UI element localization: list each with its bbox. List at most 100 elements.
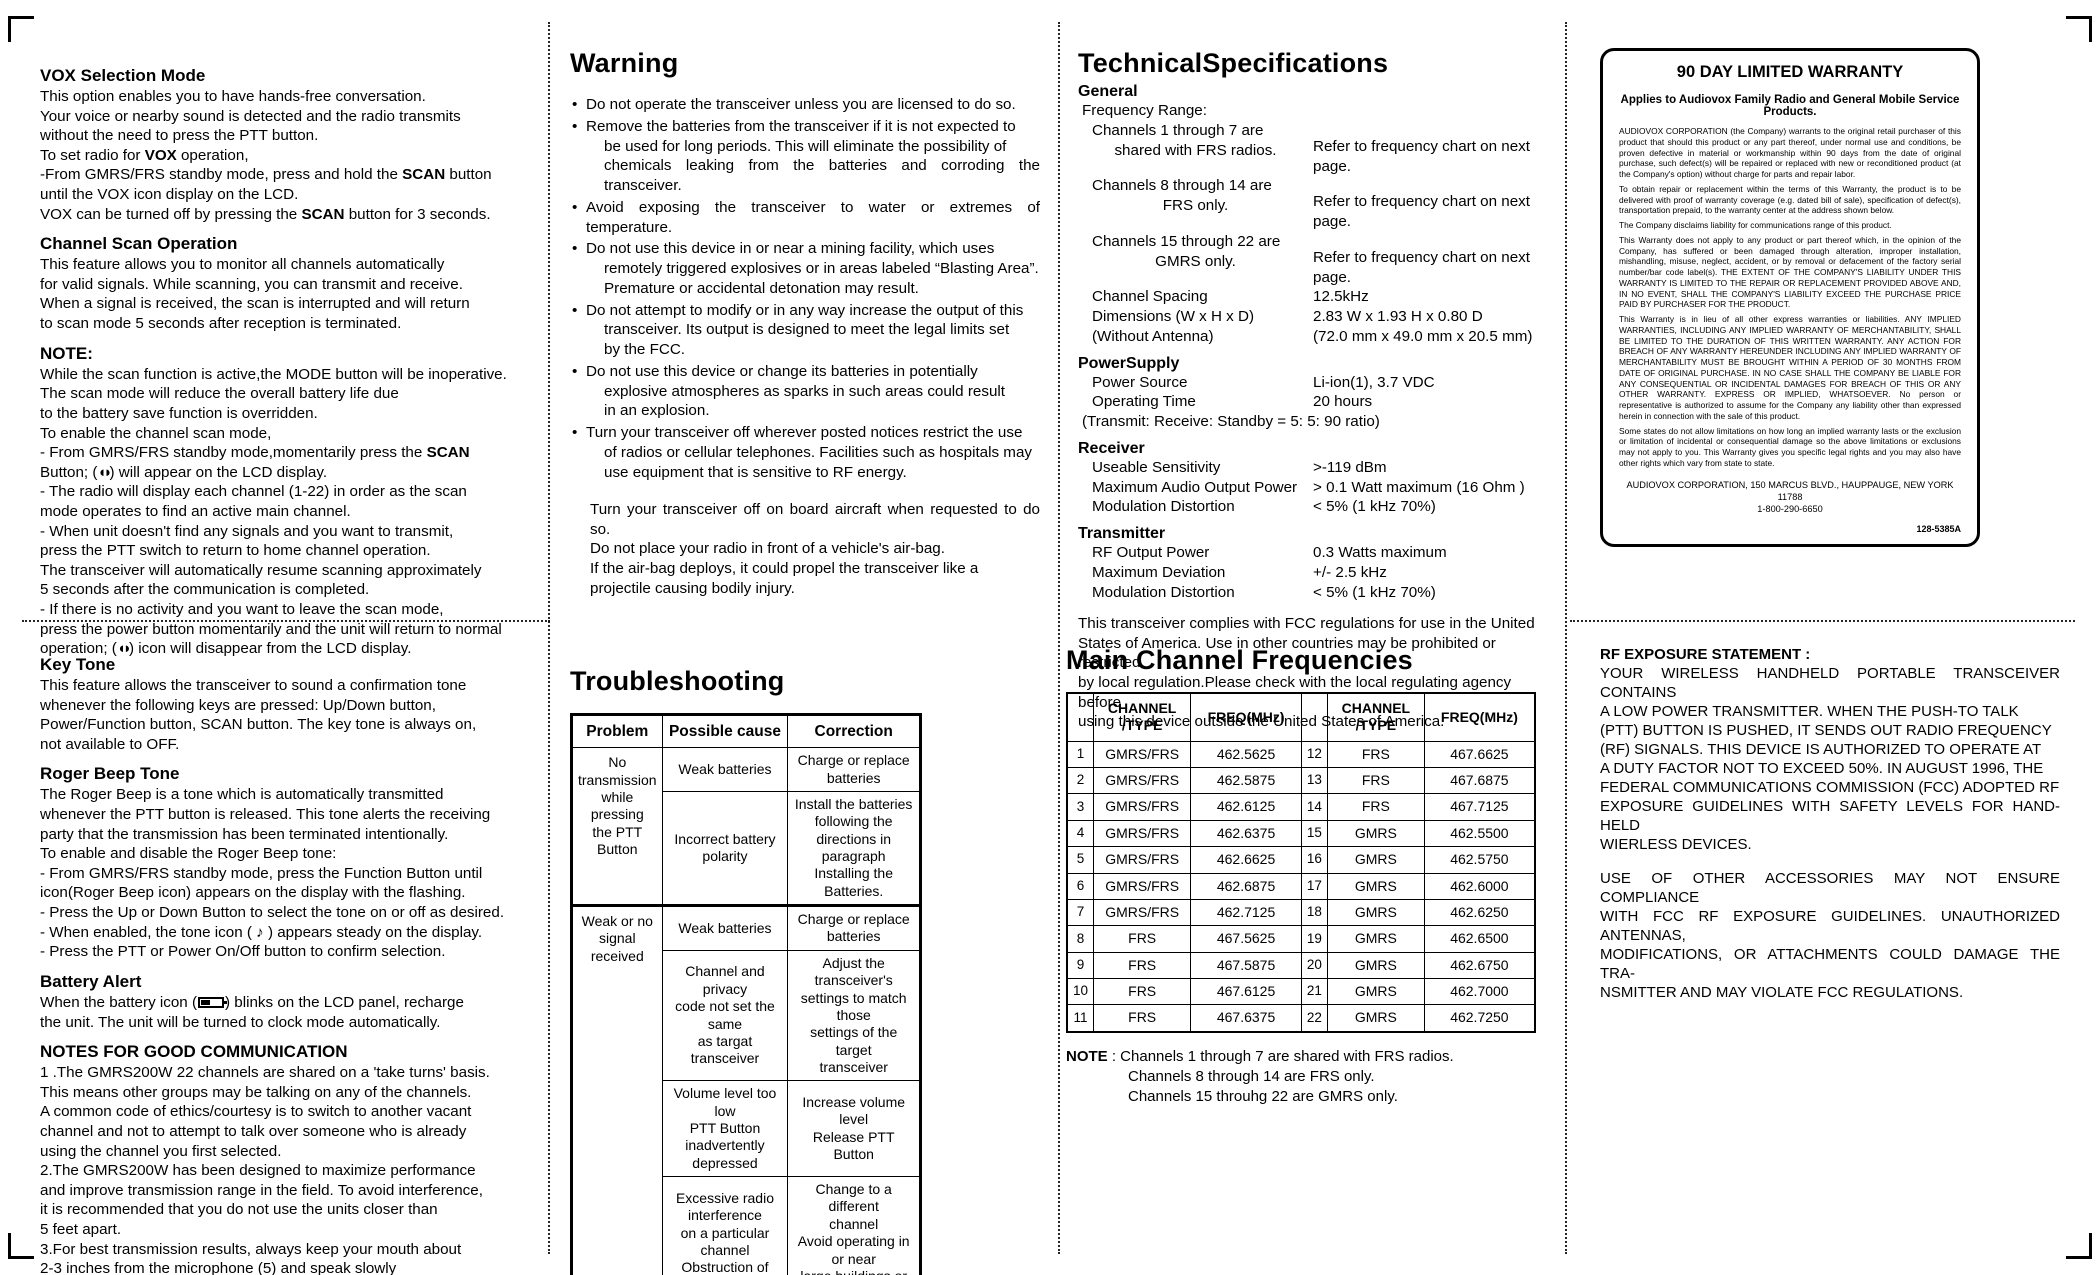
power-note: (Transmit: Receive: Standby = 5: 5: 90 r… [1082, 413, 1380, 430]
rf-line: EXPOSURE GUIDELINES WITH SAFETY LEVELS F… [1600, 798, 2060, 835]
spec-label-line: FRS only. [1162, 197, 1229, 214]
general-spec-block: Frequency Range: Channels 1 through 7 ar… [1078, 101, 1556, 347]
header-correction: Correction [787, 713, 921, 749]
fcc-note-line: This transceiver complies with FCC regul… [1078, 615, 1535, 633]
battery-line-1-a: When the battery icon ( [40, 993, 198, 1011]
cell-line: Charge or replace batteries [797, 752, 910, 786]
cell-channel-type: GMRS [1326, 872, 1425, 900]
freq-note-line-3: Channels 15 throuhg 22 are GMRS only. [1128, 1088, 1398, 1106]
battery-heading: Battery Alert [40, 971, 142, 991]
vox-line-4-a: To set radio for [40, 146, 145, 164]
note-bullet-4-line2: press the power button momentarily and t… [40, 620, 502, 638]
table-row: Weak or no signal received Weak batteries C… [571, 904, 921, 1275]
warning-bullet-list: Do not operate the transceiver unless yo… [570, 95, 1040, 482]
warning-bullet: Do not operate the transceiver unless yo… [570, 95, 1040, 115]
spec-row: Modulation Distortion < 5% (1 kHz 70%) [1078, 583, 1556, 603]
cell-frequency: 467.5875 [1190, 951, 1302, 979]
table-row: 11 FRS 467.6375 22 GMRS 462.7250 [1066, 1004, 1536, 1033]
general-heading: General [1078, 83, 1138, 100]
warning-bullet: Do not use this device or change its bat… [570, 362, 1040, 421]
receiver-spec-block: Useable Sensitivity >-119 dBm Maximum Audi… [1078, 458, 1556, 517]
section-battery-alert: Battery Alert When the battery icon ( ) b… [40, 972, 540, 1032]
cell-channel-number: 10 [1066, 977, 1095, 1006]
table-row: 7 GMRS/FRS 462.7125 18 GMRS 462.6250 [1066, 898, 1536, 927]
vox-line-5-a: -From GMRS/FRS standby mode, press and h… [40, 166, 403, 184]
header-possible-cause: Possible cause [661, 713, 789, 749]
cell-line: large buildings or vehicles [793, 1268, 914, 1275]
spec-label: Channels 8 through 14 are FRS only. [1078, 176, 1313, 216]
cell-channel-number: 19 [1300, 925, 1328, 953]
roger-bullet-3-a: - When enabled, the tone icon ( [40, 923, 257, 941]
spec-label-line: shared with FRS radios. [1114, 141, 1277, 159]
spec-row: Useable Sensitivity >-119 dBm [1078, 458, 1556, 478]
cell-line: the PTT Button [592, 823, 643, 858]
note-bullet-4: - If there is no activity and you want t… [40, 601, 444, 619]
table-header-row: Problem Possible cause Correction [571, 713, 921, 749]
rf-line: A DUTY FACTOR NOT TO EXCEED 50%. IN AUGU… [1600, 760, 2044, 778]
cell-line: code not set the same [675, 998, 775, 1032]
column-four: 90 DAY LIMITED WARRANTY Applies to Audio… [1600, 48, 2040, 547]
warranty-applies: Applies to Audiovox Family Radio and Gen… [1620, 94, 1960, 118]
warning-bullet-main: Avoid exposing the transceiver to water … [586, 198, 1040, 236]
warranty-paragraph: This Warranty does not apply to any prod… [1619, 234, 1961, 310]
cell-frequency: 462.5625 [1190, 740, 1302, 769]
warning-bullet-continuation: of radios or cellular telephones. Facili… [604, 443, 1032, 461]
warranty-paragraph: The Company disclaims liability for comm… [1619, 220, 1892, 230]
spec-label: RF Output Power [1092, 544, 1210, 561]
manual-page: VOX Selection Mode This option enables y… [0, 0, 2100, 1275]
section-note: NOTE: While the scan function is active,… [40, 344, 540, 659]
key-tone-heading: Key Tone [40, 655, 116, 674]
freq-note-l1: : Channels 1 through 7 are shared with F… [1107, 1047, 1454, 1065]
transmitter-heading: Transmitter [1078, 525, 1166, 542]
battery-line-1-b: ) blinks on the LCD panel, recharge [225, 993, 464, 1011]
cell-frequency: 467.6875 [1423, 767, 1536, 795]
cell-line: Obstruction of radio signal [681, 1259, 769, 1275]
row-divider [1570, 620, 2075, 622]
spec-row: Channel Spacing 12.5kHz [1078, 287, 1556, 307]
cell-line: Weak batteries [678, 760, 772, 777]
spec-label-line: Channels 8 through 14 are [1092, 177, 1272, 195]
vox-line-3: without the need to press the PTT button… [40, 127, 319, 145]
notes-good-2d: 5 feet apart. [40, 1221, 122, 1239]
cell-line: Avoid operating in or near [797, 1233, 910, 1267]
cell-frequency: 462.7000 [1423, 977, 1536, 1006]
note-bullet-2: - The radio will display each channel (1… [40, 483, 467, 501]
cell-channel-type: GMRS/FRS [1093, 740, 1192, 769]
troubleshooting-heading: Troubleshooting [570, 666, 785, 696]
note-bullet-3-line2: press the PTT switch to return to home c… [40, 542, 431, 560]
note-bullet-1: - From GMRS/FRS standby mode,momentarily… [40, 443, 540, 463]
vox-bold-scan-1: SCAN [402, 166, 446, 184]
cell-channel-number: 8 [1066, 925, 1095, 953]
crop-mark [8, 1233, 11, 1259]
warning-bullet-main: Do not use this device or change its bat… [586, 362, 978, 380]
cell-line: paragraph Installing the [814, 848, 893, 882]
note-line-1: While the scan function is active,the MO… [40, 365, 507, 383]
freq-header-freq-2: FREQ(MHz) [1423, 692, 1536, 742]
notes-good-1d: channel and not to attempt to talk over … [40, 1122, 467, 1140]
spec-row: Power Source Li-ion(1), 3.7 VDC [1078, 373, 1556, 393]
notes-good-1a: 1 .The GMRS200W 22 channels are shared o… [40, 1064, 490, 1082]
spec-row: Channels 1 through 7 are shared with FRS … [1078, 121, 1556, 177]
cell-channel-number: 1 [1066, 740, 1095, 769]
spec-label: Power Source [1092, 373, 1188, 391]
spec-value: Refer to frequency chart on next page. [1313, 193, 1530, 230]
vox-line-1: This option enables you to have hands-fr… [40, 88, 426, 105]
vox-bold-vox: VOX [144, 146, 177, 164]
rf-line: (PTT) BUTTON IS PUSHED, IT SENDS OUT RAD… [1600, 722, 2052, 740]
vox-line-7-c: button for 3 seconds. [344, 205, 491, 223]
note-line-2: The scan mode will reduce the overall ba… [40, 385, 399, 403]
spec-row: Channels 8 through 14 are FRS only. Refer … [1078, 176, 1556, 232]
freq-header-blank-2 [1300, 693, 1328, 742]
vox-line-7-a: VOX can be turned off by pressing the [40, 205, 302, 223]
cell-frequency: 462.7125 [1190, 898, 1302, 927]
scan-icon: ◖◗ [97, 463, 112, 481]
warranty-address-line-1: AUDIOVOX CORPORATION, 150 MARCUS BLVD., … [1626, 479, 1954, 502]
key-tone-line-3: Power/Function button, SCAN button. The … [40, 716, 477, 734]
cell-line: Weak batteries [678, 919, 772, 936]
warning-bullet: Do not use this device in or near a mini… [570, 239, 1040, 298]
warning-bullet-continuation: use equipment that is sensitive to RF en… [604, 463, 907, 481]
crop-mark [2089, 1233, 2092, 1259]
cell-channel-type: GMRS [1326, 925, 1425, 953]
cell-frequency: 467.6625 [1423, 740, 1536, 769]
cell-channel-type: FRS [1093, 925, 1192, 953]
